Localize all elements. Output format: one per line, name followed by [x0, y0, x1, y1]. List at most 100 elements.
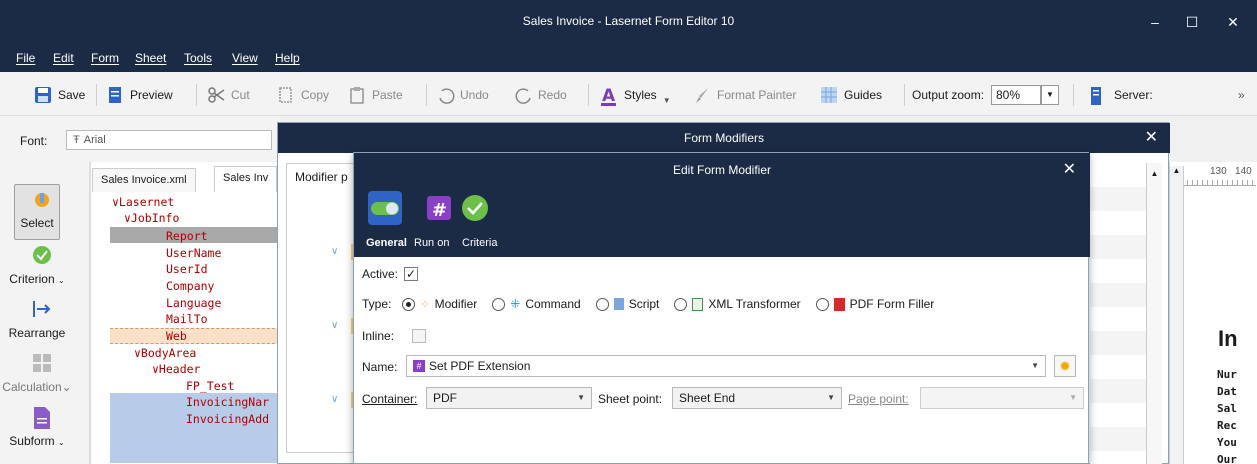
menu-edit[interactable]: Edit [53, 51, 74, 65]
minimize-button[interactable]: – [1135, 10, 1175, 34]
criteria-tab-icon[interactable] [458, 191, 492, 225]
tab-criteria[interactable]: Criteria [462, 237, 497, 249]
chevron-down-icon[interactable]: ▼ [663, 96, 671, 105]
tree-node[interactable]: UserName [166, 245, 221, 261]
calculation-tool[interactable]: Calculation⌄ [0, 380, 80, 394]
tree-node[interactable]: Company [166, 278, 214, 294]
form-canvas[interactable]: 130 140 ▲ In [1169, 162, 1257, 464]
type-script-radio[interactable] [595, 297, 609, 311]
tab-sales-inv[interactable]: Sales Inv [214, 166, 278, 192]
type-command-radio[interactable] [492, 297, 506, 311]
undo-button[interactable]: Undo [436, 84, 489, 106]
invoice-heading: In [1218, 326, 1238, 351]
sheet-point-select[interactable]: Sheet End ▼ [672, 387, 842, 409]
page-point-select[interactable]: ▼ [920, 387, 1084, 409]
tree-node[interactable]: ∨Header [152, 361, 200, 377]
type-xml-transformer-radio[interactable] [674, 297, 688, 311]
tree-node[interactable]: Web [166, 328, 187, 344]
menu-file[interactable]: File [16, 51, 35, 65]
chevron-down-icon[interactable]: ▼ [1041, 85, 1059, 105]
menu-help[interactable]: Help [275, 51, 300, 65]
tree-node[interactable]: MailTo [166, 311, 208, 327]
close-button[interactable]: ✕ [1213, 10, 1253, 34]
general-tab-icon[interactable] [368, 191, 402, 225]
edit-form-modifier-dialog: Edit Form Modifier ✕ # General Run on Cr… [353, 152, 1090, 464]
rearrange-tool[interactable]: Rearrange [0, 326, 80, 340]
chevron-down-icon[interactable]: ⌄ [58, 276, 65, 285]
close-icon[interactable]: ✕ [1145, 123, 1158, 153]
cut-button[interactable]: Cut [207, 84, 250, 106]
column-header: Modifier p [295, 170, 348, 184]
criterion-tool[interactable]: Criterion ⌄ [0, 272, 80, 286]
tree-node[interactable]: Report [166, 228, 208, 244]
redo-button[interactable]: Redo [514, 84, 567, 106]
tab-run-on[interactable]: Run on [414, 237, 449, 249]
copy-icon [277, 86, 295, 104]
save-button[interactable]: Save [34, 84, 85, 106]
tree-node[interactable]: FP_Test [186, 378, 234, 394]
tree-node[interactable]: InvoicingAdd [186, 411, 269, 427]
chevron-down-icon[interactable]: ▼ [827, 393, 835, 402]
tree-node[interactable]: UserId [166, 261, 208, 277]
tree-node[interactable]: Language [166, 295, 221, 311]
tab-general[interactable]: General [366, 237, 407, 249]
menu-sheet[interactable]: Sheet [135, 51, 166, 65]
tree-node[interactable]: InvoicingNar [186, 394, 269, 410]
subform-label: Subform [9, 434, 55, 448]
maximize-button[interactable]: ☐ [1172, 10, 1212, 34]
toolbar-separator [588, 84, 589, 106]
type-pdf-form-filler-radio[interactable] [815, 297, 829, 311]
page-point-label: Page point: [848, 392, 909, 406]
hash-icon[interactable]: # [422, 191, 456, 225]
cut-label: Cut [231, 88, 250, 102]
format-painter-button[interactable]: Format Painter [693, 84, 796, 106]
vertical-scrollbar[interactable]: ▲ [1170, 166, 1184, 464]
type-row: Type: ⁘ Modifier ⁜ Command Script XML Tr… [362, 297, 934, 311]
calculation-icon [0, 352, 82, 377]
menu-view[interactable]: View [232, 51, 258, 65]
chevron-down-icon[interactable]: ▼ [1069, 393, 1077, 402]
chevron-down-icon[interactable]: ⌄ [58, 438, 65, 447]
menu-form[interactable]: Form [91, 51, 119, 65]
chevron-down-icon[interactable]: ▼ [577, 393, 585, 402]
output-zoom-select[interactable]: 80% [991, 85, 1041, 105]
chevron-up-icon[interactable]: ▲ [1147, 169, 1162, 178]
calculation-label: Calculation [2, 380, 62, 394]
tree-node[interactable]: ∨JobInfo [124, 210, 179, 226]
preview-button[interactable]: Preview [106, 84, 173, 106]
tree-node[interactable]: ∨BodyArea [134, 345, 196, 361]
subform-tool[interactable]: Subform ⌄ [0, 434, 80, 448]
vertical-scrollbar[interactable]: ▲ [1146, 163, 1162, 464]
tree-node[interactable]: ∨Lasernet [112, 194, 174, 210]
page-point-label-text: Page point: [848, 392, 909, 406]
chevron-down-icon[interactable]: ▼ [1031, 361, 1039, 370]
truetype-icon: Ŧ [73, 134, 80, 146]
toolbar-overflow-button[interactable]: » [1238, 84, 1245, 106]
chevron-down-icon[interactable]: ∨ [331, 320, 338, 331]
tab-sales-invoice-xml[interactable]: Sales Invoice.xml [92, 168, 196, 192]
server-selector[interactable]: Server: [1090, 84, 1153, 106]
font-select[interactable]: Ŧ Arial [66, 130, 272, 150]
gear-icon[interactable]: ✹ [1054, 355, 1076, 377]
menu-tools[interactable]: Tools [184, 51, 212, 65]
active-label: Active: [362, 267, 399, 281]
styles-button[interactable]: A Styles ▼ [600, 84, 671, 106]
pdf-file-icon [833, 297, 845, 311]
container-value: PDF [433, 391, 457, 405]
script-icon [613, 298, 624, 310]
container-select[interactable]: PDF ▼ [426, 387, 592, 409]
close-icon[interactable]: ✕ [1063, 159, 1076, 179]
type-modifier-radio[interactable] [402, 297, 416, 311]
ruler [1182, 180, 1256, 186]
chevron-up-icon[interactable]: ▲ [1170, 166, 1183, 175]
inline-checkbox[interactable] [412, 329, 427, 343]
paste-button[interactable]: Paste [348, 84, 403, 106]
chevron-down-icon[interactable]: ∨ [331, 394, 338, 405]
format-painter-label: Format Painter [717, 88, 797, 102]
copy-button[interactable]: Copy [277, 84, 329, 106]
active-row: Active: ✓ [362, 267, 419, 281]
guides-button[interactable]: Guides [820, 84, 882, 106]
name-field[interactable]: # Set PDF Extension ▼ [406, 355, 1046, 377]
chevron-down-icon[interactable]: ∨ [331, 246, 338, 257]
active-checkbox[interactable]: ✓ [404, 267, 419, 281]
